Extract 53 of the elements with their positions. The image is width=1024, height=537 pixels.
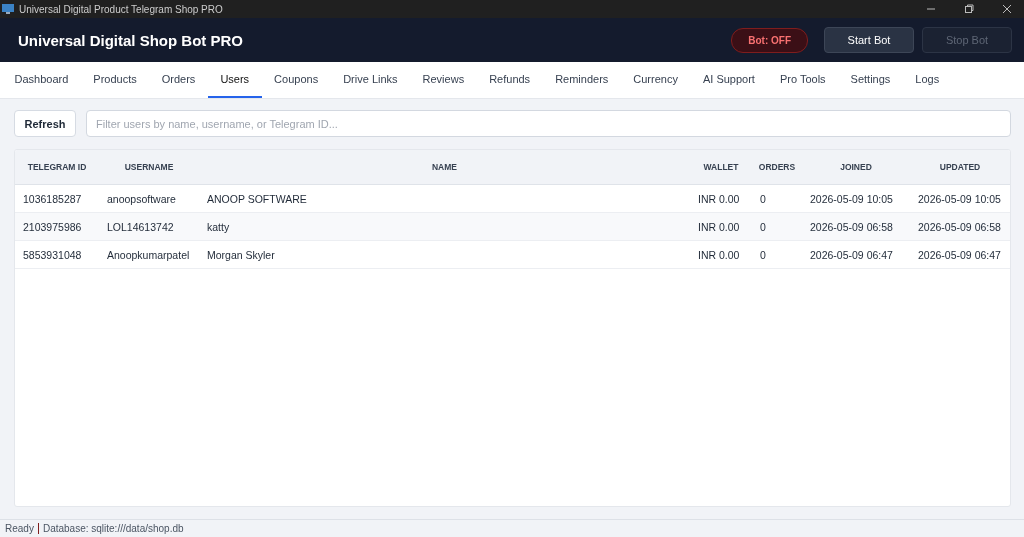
table-cell-text: anoopsoftware bbox=[106, 192, 177, 205]
column-header: UPDATED bbox=[938, 162, 982, 172]
table-cell-text: ANOOP SOFTWARE bbox=[206, 192, 308, 205]
table-cell-text: 2026-05-09 10:05 bbox=[917, 192, 1002, 205]
table-cell-text: INR 0.00 bbox=[697, 192, 741, 205]
table-cell-text: LOL14613742 bbox=[106, 220, 175, 233]
search-field[interactable]: Filter users by name, username, or Telegram ID... bbox=[86, 110, 1011, 137]
column-header: USERNAME bbox=[123, 162, 175, 172]
table-cell-text: 2026-05-09 06:58 bbox=[809, 220, 894, 233]
table-cell-text: 2026-05-09 06:58 bbox=[917, 220, 1002, 233]
column-header: WALLET bbox=[702, 162, 740, 172]
table-cell-text: 0 bbox=[759, 248, 767, 261]
table-cell-text: katty bbox=[206, 220, 231, 233]
close-icon[interactable] bbox=[1002, 4, 1012, 14]
monitor-icon bbox=[2, 4, 14, 14]
bot-status-badge: Bot: OFF bbox=[731, 27, 808, 53]
tab[interactable]: Pro Tools bbox=[767, 62, 839, 98]
tab[interactable]: Settings bbox=[838, 62, 903, 98]
tab[interactable]: Reviews bbox=[410, 62, 477, 98]
table-cell-text: 2103975986 bbox=[22, 220, 83, 233]
tab[interactable]: Logs bbox=[902, 62, 952, 98]
table-cell-text: Morgan Skyler bbox=[206, 248, 276, 261]
table-cell-text: INR 0.00 bbox=[697, 220, 741, 233]
table-cell-text: Anoopkumarpatel bbox=[106, 248, 191, 261]
status-text: Ready bbox=[5, 523, 34, 534]
tab[interactable]: Coupons bbox=[261, 62, 331, 98]
app-title: Universal Digital Shop Bot PRO bbox=[18, 31, 244, 49]
table-cell-text: 0 bbox=[759, 220, 767, 233]
table-cell-text: INR 0.00 bbox=[697, 248, 741, 261]
tab[interactable]: Drive Links bbox=[330, 62, 411, 98]
column-header: ORDERS bbox=[757, 162, 797, 172]
column-header: JOINED bbox=[839, 162, 873, 172]
tab[interactable]: Dashboard bbox=[2, 62, 81, 98]
database-path: Database: sqlite:///data/shop.db bbox=[42, 523, 184, 534]
column-header: NAME bbox=[431, 162, 458, 172]
table-cell-text: 2026-05-09 06:47 bbox=[917, 248, 1002, 261]
table-cell-text: 0 bbox=[759, 192, 767, 205]
tab[interactable]: Products bbox=[80, 62, 150, 98]
table-cell-text: 2026-05-09 10:05 bbox=[809, 192, 894, 205]
table-cell-text: 2026-05-09 06:47 bbox=[809, 248, 894, 261]
tab[interactable]: Reminders bbox=[542, 62, 621, 98]
start-bot-button[interactable]: Start Bot bbox=[824, 27, 914, 53]
window-title: Universal Digital Product Telegram Shop PRO bbox=[19, 3, 223, 15]
tab[interactable]: Orders bbox=[149, 62, 208, 98]
tab[interactable]: Currency bbox=[620, 62, 691, 98]
tab[interactable]: Users bbox=[207, 62, 262, 98]
table-cell-text: 5853931048 bbox=[22, 248, 83, 261]
column-header: TELEGRAM ID bbox=[26, 162, 88, 172]
table-cell-text: 1036185287 bbox=[22, 192, 83, 205]
restore-icon[interactable] bbox=[964, 4, 974, 14]
tab[interactable]: Refunds bbox=[476, 62, 543, 98]
tab[interactable]: AI Support bbox=[690, 62, 768, 98]
refresh-button[interactable]: Refresh bbox=[14, 110, 76, 137]
